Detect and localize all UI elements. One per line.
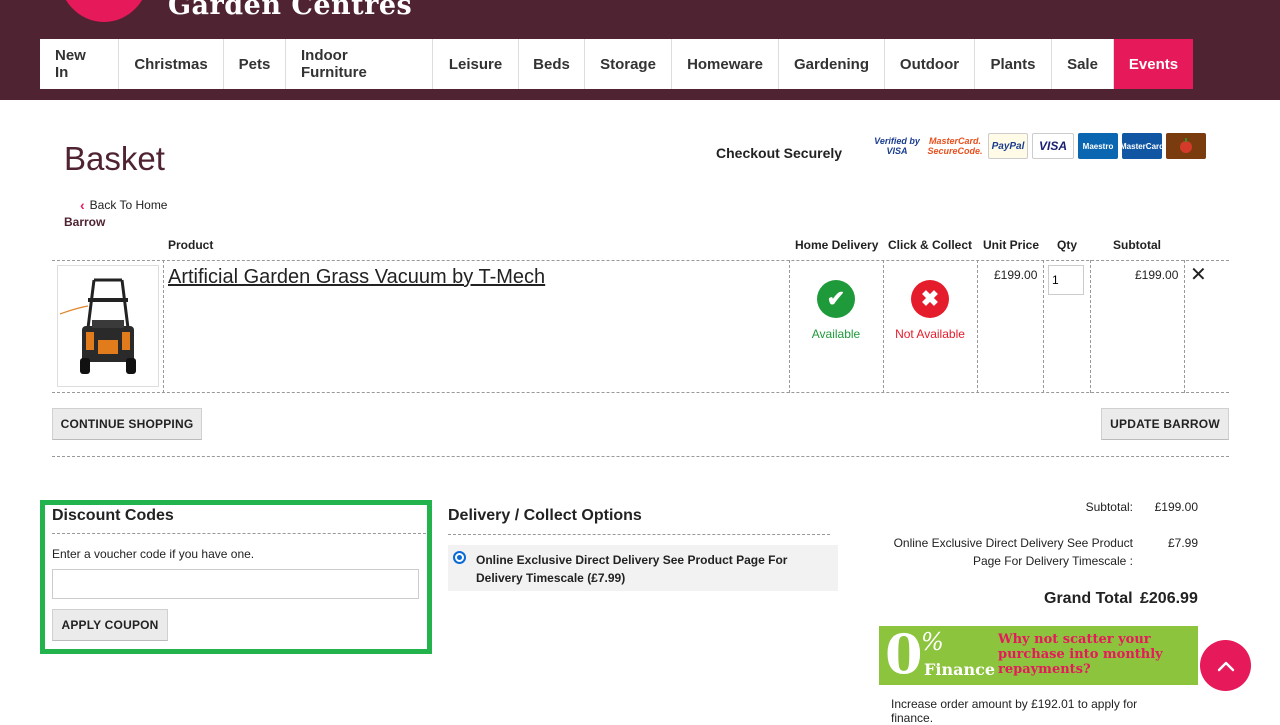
checkout-securely-label: Checkout Securely	[716, 145, 843, 161]
finance-zero: 0	[885, 622, 923, 686]
msc-line1: MasterCard.	[928, 136, 982, 146]
nav-item-christmas[interactable]: Christmas	[119, 39, 224, 89]
delivery-option-label[interactable]: Online Exclusive Direct Delivery See Pro…	[476, 551, 821, 587]
barrow-label: Barrow	[64, 215, 106, 229]
grand-total-value: £206.99	[1140, 590, 1198, 607]
finance-note: Increase order amount by £192.01 to appl…	[891, 697, 1138, 725]
summary-subtotal-value: £199.00	[1154, 500, 1198, 514]
click-collect-status: ✖ Not Available	[886, 280, 974, 341]
nav-item-pets[interactable]: Pets	[224, 39, 286, 89]
nav-item-indoor-furniture[interactable]: Indoor Furniture	[286, 39, 433, 89]
discount-hint: Enter a voucher code if you have one.	[52, 547, 255, 561]
row-subtotal: £199.00	[1135, 268, 1179, 282]
nav-item-new-in[interactable]: New In	[40, 39, 119, 89]
row-divider	[789, 260, 790, 393]
row-divider	[977, 260, 978, 393]
payment-logos: Verified by VISA MasterCard. SecureCode.…	[872, 133, 1206, 159]
col-header-click-collect: Click & Collect	[888, 238, 973, 252]
summary-delivery-label-line1: Online Exclusive Direct Delivery See Pro…	[893, 536, 1133, 550]
finance-percent: %	[921, 628, 944, 656]
col-header-qty: Qty	[1057, 238, 1078, 252]
delivery-divider	[448, 534, 830, 535]
quantity-input[interactable]	[1048, 265, 1084, 295]
verified-by-visa-logo: Verified by VISA	[872, 133, 922, 159]
row-divider	[1043, 260, 1044, 393]
logo-text[interactable]: Garden Centres	[168, 0, 412, 21]
row-divider	[883, 260, 884, 393]
product-thumbnail[interactable]	[57, 265, 159, 387]
nav-item-sale[interactable]: Sale	[1052, 39, 1114, 89]
nav-item-storage[interactable]: Storage	[585, 39, 672, 89]
nav-item-outdoor[interactable]: Outdoor	[885, 39, 975, 89]
row-divider	[1184, 260, 1185, 393]
nav-item-events[interactable]: Events	[1114, 39, 1193, 89]
vbv-line2: VISA	[886, 146, 908, 156]
nav-item-leisure[interactable]: Leisure	[433, 39, 519, 89]
apple-gift-icon	[1180, 138, 1192, 153]
nav-item-beds[interactable]: Beds	[519, 39, 585, 89]
row-divider	[1090, 260, 1091, 393]
gift-card-logo	[1166, 133, 1206, 159]
finance-word: Finance	[924, 660, 995, 679]
chevron-up-icon	[1217, 661, 1234, 671]
site-header: Garden Centres New In Christmas Pets Ind…	[0, 0, 1280, 100]
discount-codes-title: Discount Codes	[52, 507, 174, 524]
visa-logo: VISA	[1032, 133, 1074, 159]
section-divider	[52, 456, 1229, 457]
delivery-option-radio[interactable]	[453, 551, 466, 564]
logo-mark[interactable]	[58, 0, 150, 22]
continue-shopping-button[interactable]: CONTINUE SHOPPING	[52, 408, 202, 440]
summary-subtotal-label: Subtotal:	[1085, 500, 1133, 514]
mastercard-securecode-logo: MasterCard. SecureCode.	[926, 133, 984, 159]
nav-item-plants[interactable]: Plants	[975, 39, 1052, 89]
unit-price: £199.00	[994, 268, 1038, 282]
col-header-unit-price: Unit Price	[983, 238, 1040, 252]
mastercard-logo: MasterCard	[1120, 133, 1164, 159]
back-to-home-label: Back To Home	[89, 198, 168, 212]
col-header-product: Product	[168, 238, 214, 252]
summary-delivery-label-line2: Page For Delivery Timescale :	[972, 554, 1133, 568]
tick-icon: ✔	[817, 280, 855, 318]
finance-message: Why not scatter your purchase into month…	[998, 632, 1163, 677]
col-header-subtotal: Subtotal	[1113, 238, 1161, 252]
remove-item-icon[interactable]: ✕	[1190, 262, 1207, 287]
msc-line2: SecureCode.	[927, 146, 983, 156]
main-nav: New In Christmas Pets Indoor Furniture L…	[40, 39, 1193, 89]
chevron-left-icon: ‹	[80, 197, 85, 213]
row-divider	[163, 260, 164, 393]
product-title-link[interactable]: Artificial Garden Grass Vacuum by T-Mech	[168, 266, 545, 289]
vbv-line1: Verified by	[874, 136, 920, 146]
discount-divider	[52, 533, 426, 534]
voucher-code-input[interactable]	[52, 569, 419, 599]
delivery-options-title: Delivery / Collect Options	[448, 507, 642, 524]
scroll-to-top-button[interactable]	[1200, 640, 1251, 691]
home-delivery-status: ✔ Available	[800, 280, 872, 341]
paypal-logo: PayPal	[988, 133, 1028, 159]
update-barrow-button[interactable]: UPDATE BARROW	[1101, 408, 1229, 440]
nav-item-gardening[interactable]: Gardening	[779, 39, 885, 89]
apply-coupon-button[interactable]: APPLY COUPON	[52, 609, 168, 641]
maestro-logo: Maestro	[1078, 133, 1118, 159]
cross-icon: ✖	[911, 280, 949, 318]
home-delivery-status-label: Available	[811, 327, 861, 341]
lawn-vacuum-image	[59, 278, 136, 374]
click-collect-status-label: Not Available	[895, 327, 965, 341]
col-header-home-delivery: Home Delivery	[795, 238, 879, 252]
summary-delivery-value: £7.99	[1167, 536, 1198, 550]
page-title: Basket	[64, 140, 165, 177]
grand-total-label: Grand Total	[1044, 590, 1133, 607]
nav-item-homeware[interactable]: Homeware	[672, 39, 779, 89]
back-to-home-link[interactable]: ‹ Back To Home	[80, 197, 167, 213]
